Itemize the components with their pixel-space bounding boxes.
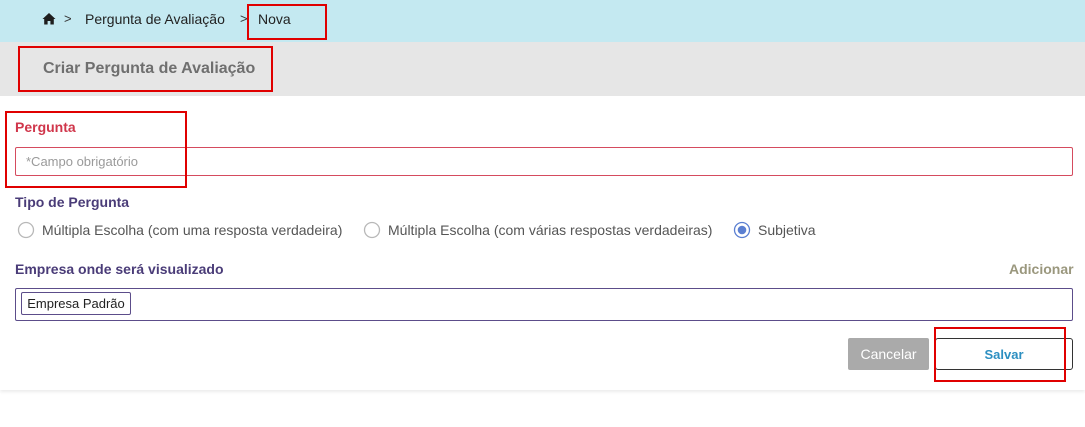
radio-subjetiva[interactable] <box>733 221 751 239</box>
highlight-box-breadcrumb-nova <box>247 4 327 40</box>
radio-multipla-uma[interactable] <box>17 221 35 239</box>
home-icon[interactable] <box>42 12 56 26</box>
highlight-box-pergunta <box>5 111 187 188</box>
tipo-de-pergunta-label: Tipo de Pergunta <box>15 194 130 210</box>
breadcrumb: > Pergunta de Avaliação > Nova <box>0 0 1085 42</box>
highlight-box-page-title <box>18 46 273 92</box>
highlight-box-save <box>934 327 1066 382</box>
empresa-tag[interactable]: Empresa Padrão <box>21 292 131 315</box>
radio-label-multipla-uma: Múltipla Escolha (com uma resposta verda… <box>42 222 343 238</box>
breadcrumb-item-pergunta-de-avaliacao[interactable]: Pergunta de Avaliação <box>85 11 225 27</box>
empresa-field[interactable] <box>15 288 1073 321</box>
radio-multipla-varias[interactable] <box>363 221 381 239</box>
cancel-button[interactable]: Cancelar <box>848 338 929 370</box>
empresa-label: Empresa onde será visualizado <box>15 261 224 277</box>
adicionar-link[interactable]: Adicionar <box>1009 261 1074 277</box>
radio-label-subjetiva: Subjetiva <box>758 222 816 238</box>
radio-label-multipla-varias: Múltipla Escolha (com várias respostas v… <box>388 222 713 238</box>
breadcrumb-separator: > <box>64 11 72 26</box>
